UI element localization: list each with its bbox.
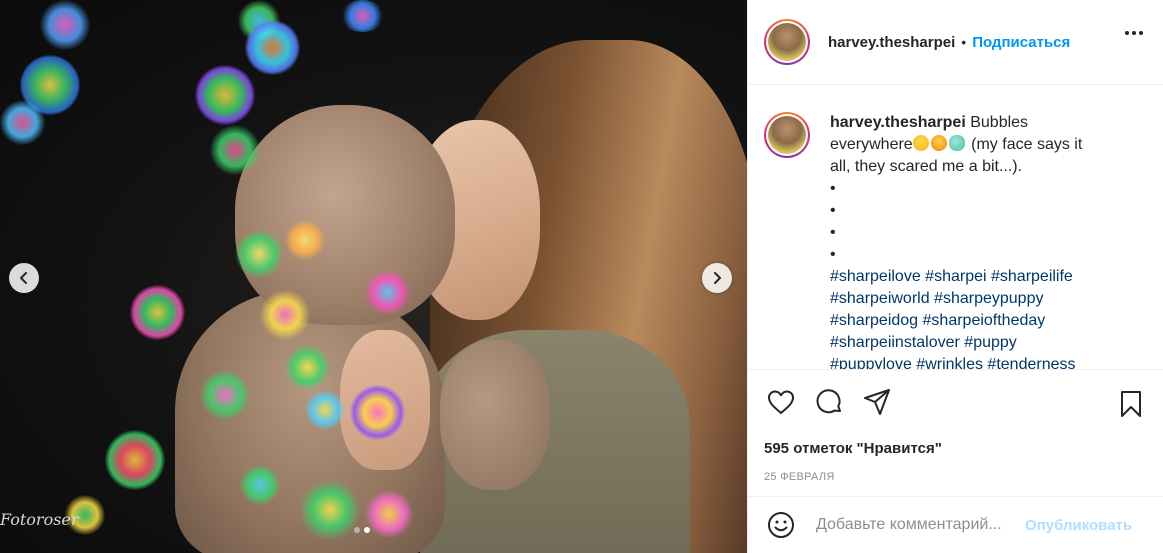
- share-button[interactable]: [860, 385, 894, 419]
- bubble: [300, 480, 360, 540]
- bubble: [285, 345, 330, 390]
- save-button[interactable]: [1114, 387, 1148, 421]
- paper-plane-icon: [864, 389, 890, 415]
- bubble: [200, 370, 250, 420]
- avatar[interactable]: [764, 19, 810, 65]
- comment-button[interactable]: [812, 385, 846, 419]
- more-options-icon[interactable]: [1125, 31, 1143, 35]
- post-actions: 595 отметок "Нравится" 25 февраля: [748, 369, 1163, 493]
- hashtag-line[interactable]: #sharpeiworld #sharpeypuppy: [830, 288, 1130, 310]
- chevron-left-icon: [20, 272, 27, 284]
- bubble: [340, 0, 385, 32]
- caption-username[interactable]: harvey.thesharpei: [830, 114, 966, 131]
- caption-bullet: •: [830, 224, 836, 241]
- slide-indicator: [354, 527, 370, 533]
- next-slide-button[interactable]: [702, 263, 732, 293]
- bubble: [305, 390, 345, 430]
- heart-icon: [768, 390, 794, 414]
- action-icons-row: [764, 370, 1148, 434]
- caption-text: harvey.thesharpei Bubbles everywhere (my…: [830, 112, 1130, 369]
- emoji-picker-button[interactable]: [764, 508, 798, 542]
- header-separator: •: [961, 34, 967, 50]
- avatar-image: [768, 116, 806, 154]
- publish-button[interactable]: Опубликовать: [1025, 517, 1132, 534]
- header-username[interactable]: harvey.thesharpei: [828, 34, 955, 51]
- hashtag-line[interactable]: #sharpeiinstalover #puppy: [830, 332, 1130, 354]
- bubble: [105, 430, 165, 490]
- chevron-right-icon: [714, 272, 721, 284]
- tongue-face-icon: [930, 135, 947, 151]
- bubble: [240, 465, 280, 505]
- post-side-panel: harvey.thesharpei • Подписаться harvey.t…: [747, 0, 1163, 553]
- bubble: [0, 100, 45, 145]
- bubble: [235, 230, 283, 278]
- bookmark-icon: [1121, 391, 1141, 417]
- bubble: [210, 125, 260, 175]
- hashtag-line[interactable]: #puppylove #wrinkles #tenderness: [830, 354, 1130, 369]
- slide-dot: [354, 527, 360, 533]
- like-button[interactable]: [764, 385, 798, 419]
- smiley-face-icon: [768, 512, 794, 538]
- hashtag-line[interactable]: #sharpeilove #sharpei #sharpeilife: [830, 266, 1130, 288]
- photo-dog-paw: [440, 340, 550, 490]
- post-media[interactable]: Fotoroser: [0, 0, 747, 553]
- caption-bullet: •: [830, 202, 836, 219]
- photo-watermark: Fotoroser: [0, 510, 79, 529]
- add-comment-row: Опубликовать: [748, 496, 1163, 553]
- bubble: [365, 490, 413, 538]
- avatar-image: [768, 23, 806, 61]
- post-photo: [0, 0, 747, 553]
- caption-avatar[interactable]: [764, 112, 810, 158]
- follow-button[interactable]: Подписаться: [972, 34, 1070, 51]
- hashtag-line[interactable]: #sharpeidog #sharpeioftheday: [830, 310, 1130, 332]
- post-date[interactable]: 25 февраля: [764, 471, 1148, 483]
- caption-text-line2b: (my face says it: [966, 136, 1083, 153]
- bubble: [350, 385, 405, 440]
- post-header: harvey.thesharpei • Подписаться: [748, 0, 1163, 85]
- cloud-icon: [948, 135, 965, 151]
- previous-slide-button[interactable]: [9, 263, 39, 293]
- bubble: [195, 65, 255, 125]
- caption-text-line2: everywhere: [830, 136, 913, 153]
- caption-bullet: •: [830, 246, 836, 263]
- comment-input[interactable]: [816, 516, 1021, 534]
- likes-count[interactable]: 595 отметок "Нравится": [764, 440, 1148, 457]
- upside-down-face-icon: [912, 135, 929, 151]
- bubble: [260, 290, 310, 340]
- photo-dog-head: [235, 105, 455, 325]
- bubble: [365, 270, 410, 315]
- caption-bullet: •: [830, 180, 836, 197]
- slide-dot-active: [364, 527, 370, 533]
- caption-text-line1: Bubbles: [970, 114, 1029, 131]
- bubble: [130, 285, 185, 340]
- bubble: [245, 20, 300, 75]
- comment-bubble-icon: [816, 389, 841, 414]
- caption-area: harvey.thesharpei Bubbles everywhere (my…: [748, 86, 1163, 369]
- caption-text-line3: all, they scared me a bit...).: [830, 158, 1023, 175]
- bubble: [40, 0, 90, 50]
- bubble: [285, 220, 325, 260]
